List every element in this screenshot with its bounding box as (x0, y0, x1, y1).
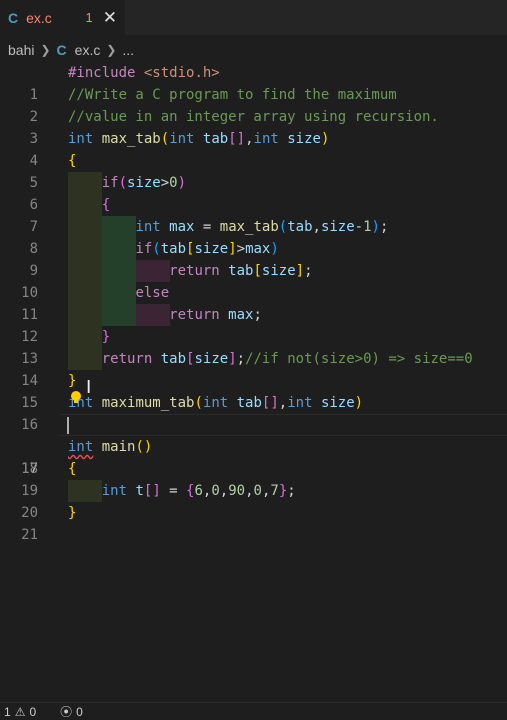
code-line[interactable]: 12 return max; (0, 304, 507, 345)
code-token: max_tab (101, 131, 161, 147)
code-editor[interactable]: 1 #include <stdio.h> 2 //Write a C progr… (0, 62, 507, 702)
code-token: int (68, 439, 94, 455)
code-token: #include (68, 65, 136, 81)
code-token: 90 (228, 483, 246, 499)
code-line[interactable]: 2 //Write a C program to find the maximu… (0, 84, 507, 125)
code-token: 7 (270, 483, 279, 499)
code-token: size (320, 395, 355, 411)
code-token: <stdio.h> (143, 65, 220, 81)
code-token: max (245, 241, 271, 257)
code-token: tab (160, 351, 187, 367)
code-token: return (101, 351, 153, 367)
code-token: if (101, 175, 119, 191)
code-token: max_tab (219, 219, 279, 235)
code-line[interactable]: 13 } (0, 326, 507, 367)
code-line[interactable]: 5 { (0, 150, 507, 191)
close-icon[interactable]: ✕ (103, 9, 117, 26)
code-token: size (287, 131, 321, 147)
code-comment: //if not(size>0) => size==0 (245, 351, 473, 367)
breadcrumb: bahi ❯ C ex.c ❯ ... (0, 38, 507, 62)
code-line[interactable]: 19 { (0, 458, 507, 499)
tab-problem-count: 1 (85, 10, 93, 25)
tab-label: ex.c (26, 9, 52, 26)
code-line[interactable]: 6 if(size>0) (0, 172, 507, 213)
code-token: size (127, 175, 161, 191)
code-token: 0 (253, 483, 262, 499)
status-bar: 1 ⚠ 0 ⦿ 0 (0, 702, 507, 720)
lightbulb-icon[interactable] (71, 391, 81, 403)
breadcrumb-file[interactable]: ex.c (75, 42, 101, 58)
code-token: tab (236, 395, 262, 411)
code-line[interactable]: 3 //value in an integer array using recu… (0, 106, 507, 147)
code-token: 0 (169, 175, 178, 191)
code-token: int (253, 131, 279, 147)
code-token: 0 (211, 483, 220, 499)
code-token: size (261, 263, 296, 279)
code-line[interactable]: 1 #include <stdio.h> (0, 62, 507, 103)
code-token: else (135, 285, 170, 301)
code-token: max (228, 307, 254, 323)
code-token: int (101, 483, 128, 499)
code-line[interactable]: 18 int main() (0, 436, 507, 477)
code-token: int (68, 131, 94, 147)
code-token: maximum_tab (101, 395, 195, 411)
code-line[interactable]: 10 return tab[size]; (0, 260, 507, 301)
breadcrumb-folder[interactable]: bahi (8, 42, 34, 58)
code-line[interactable]: 4 int max_tab(int tab[],int size) (0, 128, 507, 169)
active-line-highlight (60, 414, 507, 436)
code-comment: //Write a C program to find the maximum (68, 87, 397, 103)
code-token: if (135, 241, 153, 257)
warning-icon[interactable]: ⚠ (15, 705, 26, 719)
code-token: int (135, 219, 161, 235)
code-token: tab (228, 263, 254, 279)
code-line[interactable]: 21 } (0, 502, 507, 543)
tab-ex-c[interactable]: C ex.c 1 ✕ (0, 0, 125, 35)
breadcrumb-more[interactable]: ... (122, 42, 134, 58)
chevron-right-icon: ❯ (106, 43, 117, 57)
chevron-right-icon: ❯ (40, 43, 51, 57)
code-token: 6 (194, 483, 203, 499)
code-token: max (169, 219, 195, 235)
code-line[interactable]: 14 return tab[size];//if not(size>0) => … (0, 348, 507, 389)
code-line[interactable]: 8 int max = max_tab(tab,size-1); (0, 216, 507, 257)
error-count[interactable]: 1 (4, 705, 11, 719)
c-file-icon: C (56, 42, 67, 58)
code-line[interactable]: 15 } (0, 370, 507, 411)
code-token: 1 (363, 219, 372, 235)
code-token: int (202, 395, 229, 411)
code-token: tab (160, 241, 187, 257)
code-token: return (169, 263, 220, 279)
tab-bar: C ex.c 1 ✕ (0, 0, 507, 35)
broadcast-icon[interactable]: ⦿ (60, 703, 72, 720)
code-token: main (101, 439, 136, 455)
code-token: size (194, 241, 229, 257)
code-line[interactable]: 11 else (0, 282, 507, 323)
mouse-ibeam-cursor-icon: I (86, 377, 92, 398)
code-token: tab (202, 131, 229, 147)
code-token: int (287, 395, 313, 411)
code-token: t (135, 483, 144, 499)
code-comment: //value in an integer array using recurs… (68, 109, 439, 125)
code-token: int (169, 131, 195, 147)
code-token: size (194, 351, 229, 367)
line-number: 21 (21, 527, 38, 543)
code-line[interactable]: 7 { (0, 194, 507, 235)
code-line[interactable]: 20 int t[] = {6,0,90,0,7}; (0, 480, 507, 521)
code-token: size (320, 219, 355, 235)
c-file-icon: C (8, 9, 19, 26)
text-cursor (67, 417, 69, 434)
ports-count[interactable]: 0 (76, 705, 83, 719)
code-line-active[interactable]: 17 (0, 414, 507, 477)
code-token: return (169, 307, 220, 323)
warning-count[interactable]: 0 (29, 705, 36, 719)
code-token: tab (287, 219, 313, 235)
code-line[interactable]: 9 if(tab[size]>max) (0, 238, 507, 279)
